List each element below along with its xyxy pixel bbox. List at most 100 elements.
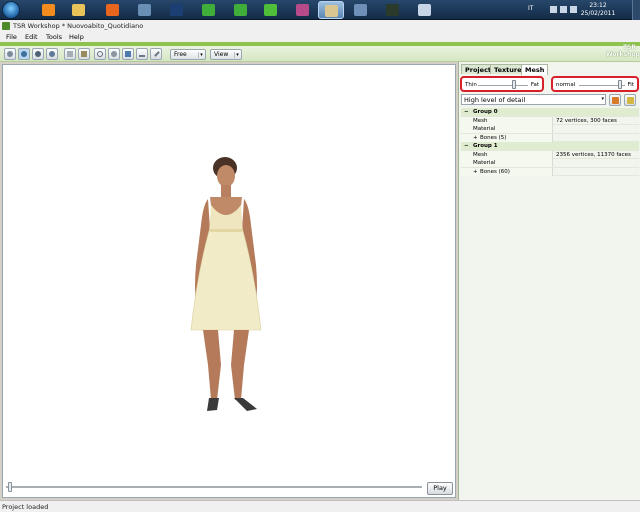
chevron-down-icon: ▾ [601, 96, 604, 102]
network-tray-icon[interactable] [560, 6, 567, 13]
timeline-track [6, 486, 422, 488]
3d-viewport[interactable] [2, 64, 456, 498]
taskbar-button[interactable] [290, 1, 316, 19]
property-key: Material [461, 159, 553, 167]
grid-icon[interactable] [64, 48, 76, 60]
property-value: 2356 vertices, 11370 faces [556, 151, 631, 158]
taskbar-button[interactable] [318, 1, 344, 19]
clock-date[interactable]: 25/02/2011 [578, 10, 618, 17]
property-value [554, 159, 556, 167]
group-header[interactable]: − Group 1 [461, 142, 639, 151]
tsr-workshop-icon [325, 5, 338, 17]
properties-panel: Project Texture Mesh Thin Fat normal Fit… [458, 62, 640, 500]
property-key: Mesh [461, 116, 553, 125]
group-header[interactable]: − Group 0 [461, 108, 639, 117]
show-desktop-button[interactable] [632, 0, 640, 20]
bones-label: Bones (5) [480, 134, 507, 141]
taskbar-button[interactable] [164, 1, 190, 19]
skeleton-icon[interactable] [122, 48, 134, 60]
normal-fit-slider-thumb[interactable] [618, 80, 623, 89]
property-row[interactable]: Material [461, 159, 639, 168]
logo-line-2: Workshop [606, 51, 640, 58]
taskbar-button[interactable] [380, 1, 406, 19]
menu-help[interactable]: Help [69, 33, 84, 41]
taskbar-button[interactable] [66, 1, 92, 19]
taskbar: IT 23:12 25/02/2011 [0, 0, 640, 20]
normal-fit-slider-group: normal Fit [551, 76, 639, 92]
thin-fat-slider-group: Thin Fat [460, 76, 544, 92]
menu-edit[interactable]: Edit [25, 33, 38, 41]
mesh-properties-grid: − Group 0 Mesh 72 vertices, 300 faces Ma… [461, 108, 639, 176]
chevron-down-icon: ▾ [234, 52, 240, 58]
property-key: + Bones (60) [461, 167, 553, 176]
camera-orbit-icon[interactable] [18, 48, 30, 60]
property-key: Material [461, 125, 553, 133]
normal-label: normal [556, 82, 576, 88]
avatar-model [190, 157, 262, 411]
expand-icon[interactable]: + [473, 168, 478, 176]
sims-icon-4 [296, 4, 309, 16]
language-indicator[interactable]: IT [528, 5, 533, 12]
menu-tools[interactable]: Tools [46, 33, 62, 41]
taskbar-button[interactable] [228, 1, 254, 19]
property-row[interactable]: Mesh 72 vertices, 300 faces [461, 116, 639, 125]
taskbar-button[interactable] [132, 1, 158, 19]
menu-bar: File Edit Tools Help [0, 32, 640, 42]
property-value [554, 125, 556, 133]
timeline-slider[interactable] [4, 482, 422, 492]
tab-mesh[interactable]: Mesh [521, 64, 549, 75]
expand-icon[interactable]: + [473, 134, 478, 142]
photoshop-icon [170, 4, 183, 16]
view-dropdown[interactable]: View ▾ [210, 49, 242, 60]
sphere-view-icon[interactable] [4, 48, 16, 60]
collapse-icon[interactable]: − [464, 108, 469, 116]
free-dropdown[interactable]: Free ▾ [170, 49, 206, 60]
status-bar: Project loaded [0, 500, 640, 512]
property-row[interactable]: + Bones (60) [461, 167, 639, 176]
clock-time[interactable]: 23:12 [578, 2, 618, 9]
w-app-icon [386, 4, 399, 16]
property-row[interactable]: Mesh 2356 vertices, 11370 faces [461, 150, 639, 159]
taskbar-button[interactable] [258, 1, 284, 19]
export-mesh-button[interactable] [624, 94, 636, 106]
play-button[interactable]: Play [427, 482, 453, 495]
lighting-icon[interactable] [108, 48, 120, 60]
timeline-thumb[interactable] [8, 482, 12, 492]
taskbar-button[interactable] [36, 1, 62, 19]
start-button[interactable] [2, 1, 20, 19]
taskbar-button[interactable] [412, 1, 438, 19]
import-mesh-button[interactable] [609, 94, 621, 106]
property-row[interactable]: Material [461, 125, 639, 134]
tsr-workshop-logo: TSR Workshop [606, 44, 640, 60]
app-icon [2, 22, 10, 30]
zoom-icon[interactable] [94, 48, 106, 60]
taskbar-button[interactable] [348, 1, 374, 19]
floor-icon[interactable] [136, 48, 148, 60]
property-row[interactable]: + Bones (5) [461, 133, 639, 142]
menu-file[interactable]: File [6, 33, 17, 41]
sims-icon-2 [234, 4, 247, 16]
taskbar-button[interactable] [100, 1, 126, 19]
free-dropdown-label: Free [174, 51, 187, 58]
wireframe-view-icon[interactable] [46, 48, 58, 60]
logo-line-1: TSR [622, 44, 636, 51]
thin-fat-track[interactable] [478, 85, 528, 86]
file-explorer-icon [72, 4, 85, 16]
window-title: TSR Workshop * Nuovoabito_Quotidiano [13, 22, 144, 30]
firefox-icon [106, 4, 119, 16]
flag-icon[interactable] [550, 6, 557, 13]
texture-icon[interactable] [78, 48, 90, 60]
lod-dropdown[interactable]: High level of detail ▾ [461, 94, 606, 105]
collapse-icon[interactable]: − [464, 142, 469, 150]
volume-icon[interactable] [570, 6, 577, 13]
toolbar: Free ▾ View ▾ [0, 46, 640, 62]
media-player-icon [42, 4, 55, 16]
shaded-view-icon[interactable] [32, 48, 44, 60]
group-label: Group 0 [473, 109, 498, 115]
window-titlebar: TSR Workshop * Nuovoabito_Quotidiano [0, 20, 640, 32]
property-value: 72 vertices, 300 faces [556, 117, 617, 124]
thin-fat-slider-thumb[interactable] [512, 80, 516, 89]
pencil-icon[interactable] [150, 48, 162, 60]
group-label: Group 1 [473, 143, 498, 149]
taskbar-button[interactable] [196, 1, 222, 19]
